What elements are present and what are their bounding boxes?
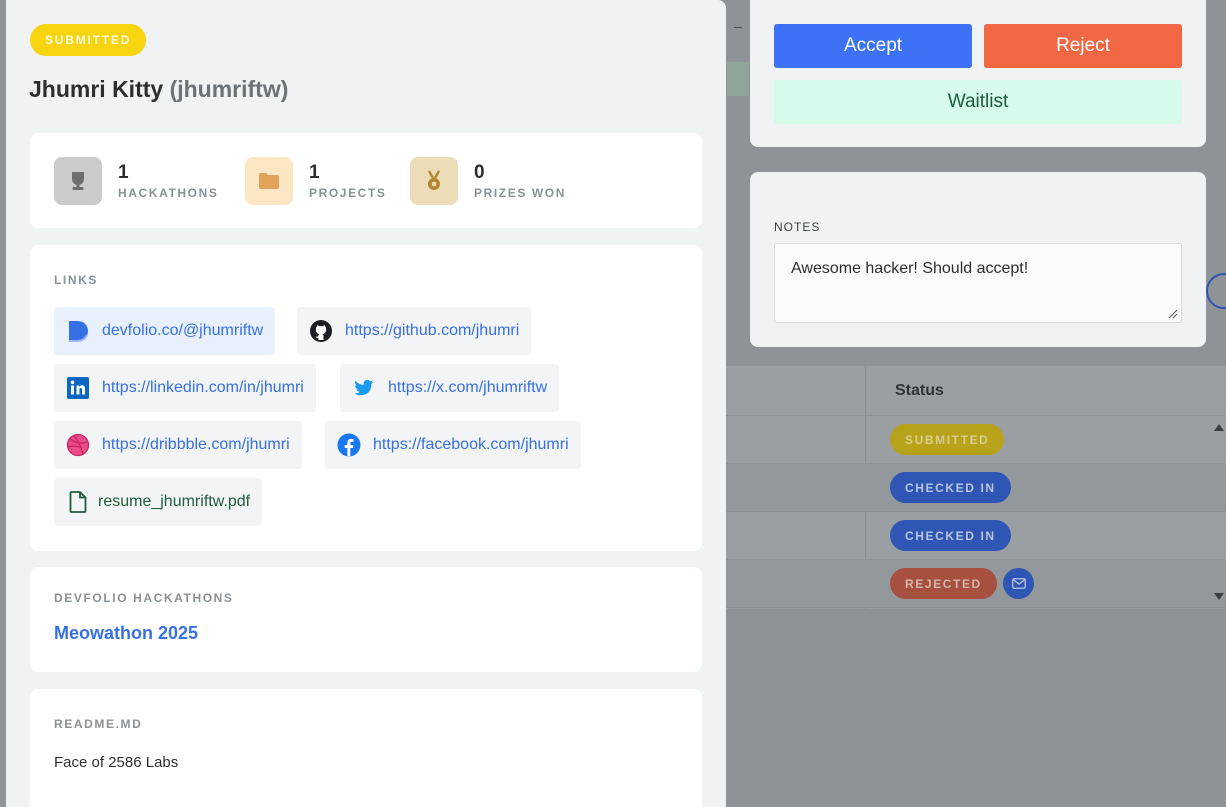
stats-card: 1 HACKATHONS 1 PROJECTS 0 PRIZES WON [30,133,702,228]
devfolio-link-text: devfolio.co/@jhumriftw [102,322,264,339]
twitter-icon [352,376,376,400]
background-highlight [727,62,749,96]
devfolio-icon [66,319,90,343]
notes-panel: NOTES Awesome hacker! Should accept! [750,172,1206,347]
stat-label: PRIZES WON [474,186,567,200]
mail-icon [1003,568,1034,599]
table-row: CHECKED IN [726,512,1226,560]
linkedin-link[interactable]: https://linkedin.com/in/jhumri [54,364,316,412]
background-dash [734,27,742,28]
links-card: LINKS devfolio.co/@jhumriftw https://git… [30,245,702,551]
stat-value: 1 [118,162,129,183]
applicant-handle: (jhumriftw) [169,76,289,102]
hackathons-label: DEVFOLIO HACKATHONS [54,591,234,605]
status-badge: REJECTED [890,568,997,599]
status-badge: SUBMITTED [890,424,1005,455]
background-circle-button [1206,273,1226,309]
linkedin-link-text: https://linkedin.com/in/jhumri [102,379,304,396]
table-header: Status [726,366,1226,416]
table-row: REJECTED [726,560,1226,608]
stat-label: HACKATHONS [118,186,219,200]
github-link[interactable]: https://github.com/jhumri [297,307,532,355]
dribbble-icon [66,433,90,457]
devfolio-link[interactable]: devfolio.co/@jhumriftw [54,307,276,355]
readme-label: README.MD [54,717,143,731]
stat-value: 0 [474,162,485,183]
table-row: CHECKED IN [726,464,1226,512]
hackathons-card: DEVFOLIO HACKATHONS Meowathon 2025 [30,567,702,672]
notes-label: NOTES [774,220,821,234]
readme-text: Face of 2586 Labs [54,754,179,771]
accept-button[interactable]: Accept [774,24,972,68]
scroll-down-icon [1214,593,1224,600]
stat-label: PROJECTS [309,186,387,200]
twitter-link-text: https://x.com/jhumriftw [388,379,548,396]
folder-icon [245,157,293,205]
medal-icon [410,157,458,205]
hackathon-link[interactable]: Meowathon 2025 [54,623,198,644]
stat-hackathons: 1 HACKATHONS [54,157,218,205]
status-badge: CHECKED IN [890,472,1011,503]
linkedin-icon [66,376,90,400]
notes-text: Awesome hacker! Should accept! [791,260,1029,277]
status-badge: CHECKED IN [890,520,1011,551]
readme-card: README.MD Face of 2586 Labs [30,689,702,807]
resize-grip-icon[interactable] [1168,309,1178,319]
background-table: Status SUBMITTED CHECKED IN CHECKED IN R… [726,366,1226,609]
actions-panel: Accept Reject Waitlist [750,0,1206,147]
scroll-up-icon [1214,424,1224,431]
applicant-name: Jhumri Kitty (jhumriftw) [29,76,288,103]
reject-button[interactable]: Reject [984,24,1182,68]
github-icon [309,319,333,343]
applicant-drawer: SUBMITTED Jhumri Kitty (jhumriftw) 1 HAC… [6,0,726,807]
facebook-link-text: https://facebook.com/jhumri [373,436,569,453]
dribbble-link[interactable]: https://dribbble.com/jhumri [54,421,302,469]
github-link-text: https://github.com/jhumri [345,322,520,339]
stat-projects: 1 PROJECTS [245,157,386,205]
status-badge: SUBMITTED [30,24,147,56]
waitlist-button[interactable]: Waitlist [774,80,1182,124]
facebook-icon [337,433,361,457]
trophy-icon [54,157,102,205]
facebook-link[interactable]: https://facebook.com/jhumri [325,421,581,469]
table-row: SUBMITTED [726,416,1226,464]
dribbble-link-text: https://dribbble.com/jhumri [102,436,290,453]
twitter-link[interactable]: https://x.com/jhumriftw [340,364,560,412]
stat-prizes: 0 PRIZES WON [410,157,566,205]
links-label: LINKS [54,273,98,287]
resume-link-text: resume_jhumriftw.pdf [98,493,251,510]
status-column-header: Status [895,382,944,399]
stat-value: 1 [309,162,320,183]
file-icon [66,490,90,514]
applicant-full-name: Jhumri Kitty [29,76,164,102]
resume-link[interactable]: resume_jhumriftw.pdf [54,478,263,526]
notes-textarea[interactable]: Awesome hacker! Should accept! [774,243,1182,323]
